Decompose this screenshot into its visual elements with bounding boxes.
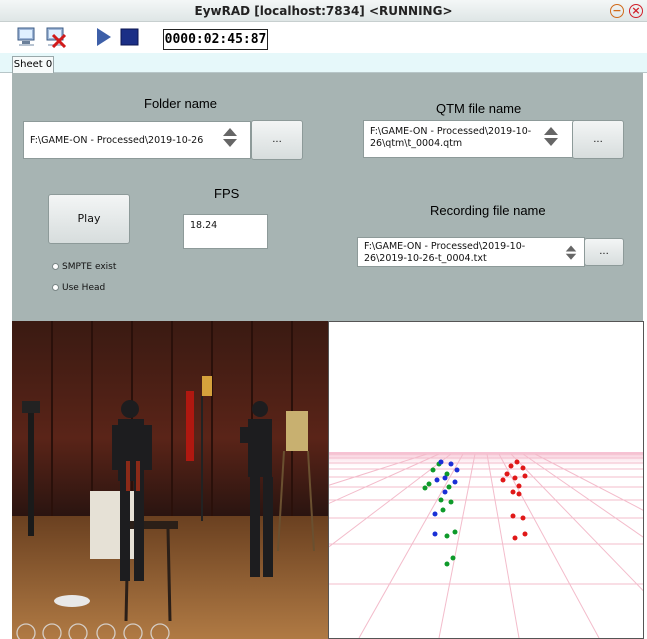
title-bar: EywRAD [localhost:7834] <RUNNING> − × — [0, 0, 647, 22]
folder-spinner-icon[interactable] — [223, 128, 237, 148]
folder-name-value: F:\GAME-ON - Processed\2019-10-26 — [30, 135, 204, 146]
folder-name-field[interactable]: F:\GAME-ON - Processed\2019-10-26 — [23, 121, 251, 159]
tab-sheet-0[interactable]: Sheet 0 — [12, 56, 54, 74]
close-icon[interactable]: × — [629, 4, 643, 18]
smpte-radio-dot[interactable] — [52, 263, 59, 270]
computer-disconnect-icon[interactable] — [45, 26, 67, 49]
recording-file-label: Recording file name — [430, 203, 546, 218]
recording-spinner-icon[interactable] — [565, 245, 577, 261]
tab-strip: Sheet 0 — [0, 53, 647, 74]
smpte-exist-radio[interactable]: SMPTE exist — [52, 262, 116, 272]
qtm-file-value: F:\GAME-ON - Processed\2019-10-26\qtm\t_… — [370, 126, 532, 149]
play-icon[interactable] — [93, 26, 115, 48]
folder-name-label: Folder name — [144, 96, 217, 111]
stop-icon[interactable] — [119, 26, 141, 48]
minimize-icon[interactable]: − — [610, 4, 624, 18]
video-view — [12, 321, 328, 639]
recording-file-value: F:\GAME-ON - Processed\2019-10-26\2019-1… — [364, 241, 526, 264]
qtm-spinner-icon[interactable] — [544, 127, 558, 147]
use-head-label: Use Head — [62, 283, 106, 293]
fps-label: FPS — [214, 186, 240, 201]
play-button[interactable]: Play — [48, 194, 130, 244]
blue-markers — [432, 459, 460, 537]
window-title: EywRAD [localhost:7834] <RUNNING> — [194, 4, 453, 18]
marker-3d-view[interactable] — [328, 321, 644, 639]
qtm-file-label: QTM file name — [436, 101, 522, 116]
computer-icon[interactable] — [16, 26, 38, 48]
video-frame-image — [12, 321, 328, 639]
use-head-radio-dot[interactable] — [52, 284, 59, 291]
timecode-display: 0000:02:45:87 — [163, 29, 268, 50]
qtm-browse-button[interactable]: ... — [572, 120, 624, 159]
smpte-exist-label: SMPTE exist — [62, 262, 117, 272]
recording-file-field[interactable]: F:\GAME-ON - Processed\2019-10-26\2019-1… — [357, 237, 585, 267]
recording-browse-button[interactable]: ... — [584, 238, 624, 266]
use-head-radio[interactable]: Use Head — [52, 283, 105, 293]
toolbar — [0, 22, 647, 52]
folder-browse-button[interactable]: ... — [251, 120, 303, 160]
fps-field[interactable]: 18.24 — [183, 214, 268, 249]
control-panel: Folder name F:\GAME-ON - Processed\2019-… — [12, 73, 643, 321]
3d-grid-scene — [329, 452, 643, 638]
